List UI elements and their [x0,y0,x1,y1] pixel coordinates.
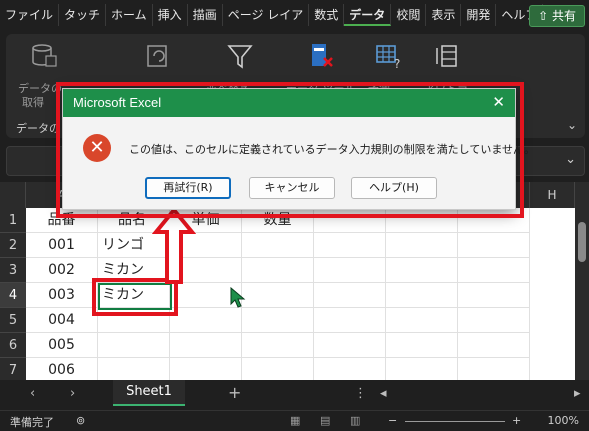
svg-text:?: ? [394,57,400,70]
sheet-tab-sheet1[interactable]: Sheet1 [113,380,185,406]
select-all-corner[interactable] [0,182,26,208]
cell-e4[interactable] [314,283,386,308]
cell-d6[interactable] [242,333,314,358]
filter-icon[interactable] [226,42,254,70]
tab-view[interactable]: 表示 [426,4,462,26]
zoom-slider[interactable] [405,421,505,422]
page-break-view-icon[interactable]: ▥ [350,414,360,427]
outline-icon[interactable] [434,42,462,70]
cell-f4[interactable] [386,283,458,308]
cell-a3[interactable]: 002 [26,258,98,283]
cell-d2[interactable] [242,233,314,258]
add-sheet-button[interactable]: + [228,383,241,402]
prev-sheet-icon[interactable]: ‹ [30,386,35,401]
row-header-2[interactable]: 2 [0,233,26,258]
tab-formulas[interactable]: 数式 [309,4,345,26]
cell-b6[interactable] [98,333,170,358]
cell-f7[interactable] [386,358,458,380]
cell-g6[interactable] [458,333,530,358]
row-header-6[interactable]: 6 [0,333,26,358]
highlight-arrow-icon [152,206,196,284]
cell-d7[interactable] [242,358,314,380]
database-icon[interactable] [30,42,58,70]
cell-f5[interactable] [386,308,458,333]
cell-f6[interactable] [386,333,458,358]
cell-a7[interactable]: 006 [26,358,98,380]
row-header-5[interactable]: 5 [0,308,26,333]
vertical-scrollbar[interactable] [575,208,589,380]
tab-data[interactable]: データ [344,4,392,26]
cell-e2[interactable] [314,233,386,258]
row-header-1[interactable]: 1 [0,208,26,233]
tab-page-layout[interactable]: ページ レイア [223,4,310,26]
tab-developer[interactable]: 開発 [461,4,497,26]
tab-touch[interactable]: タッチ [59,4,107,26]
cell-a2[interactable]: 001 [26,233,98,258]
cell-d5[interactable] [242,308,314,333]
highlight-box-dialog [56,82,524,218]
cell-c5[interactable] [170,308,242,333]
cell-d3[interactable] [242,258,314,283]
what-if-icon[interactable]: ? [374,42,402,70]
ribbon-tabs: ファイル タッチ ホーム 挿入 描画 ページ レイア 数式 データ 校閲 表示 … [0,0,589,30]
row-header-7[interactable]: 7 [0,358,26,380]
cell-a5[interactable]: 004 [26,308,98,333]
cell-e3[interactable] [314,258,386,283]
expand-formula-icon[interactable]: ⌄ [565,152,576,167]
status-ready: 準備完了 [10,416,54,429]
zoom-in-icon[interactable]: + [512,414,521,427]
cell-c7[interactable] [170,358,242,380]
tab-insert[interactable]: 挿入 [153,4,188,26]
tab-draw[interactable]: 描画 [188,4,223,26]
share-icon: ⇧ [538,9,552,23]
cell-g5[interactable] [458,308,530,333]
zoom-out-icon[interactable]: − [388,414,397,427]
mouse-cursor-icon [230,287,246,308]
scroll-right-icon[interactable]: ▸ [574,386,581,401]
cell-e5[interactable] [314,308,386,333]
normal-view-icon[interactable]: ▦ [290,414,300,427]
page-layout-view-icon[interactable]: ▤ [320,414,330,427]
scrollbar-thumb[interactable] [578,222,586,262]
cell-a4[interactable]: 003 [26,283,98,308]
next-sheet-icon[interactable]: › [70,386,75,401]
cell-e6[interactable] [314,333,386,358]
tab-home[interactable]: ホーム [106,4,153,26]
cell-b7[interactable] [98,358,170,380]
zoom-level[interactable]: 100% [548,414,579,427]
cell-g4[interactable] [458,283,530,308]
accessibility-icon[interactable]: ⊚ [76,414,85,427]
ribbon-group-label: データの [16,122,60,135]
cell-g3[interactable] [458,258,530,283]
cell-d4[interactable] [242,283,314,308]
cell-c6[interactable] [170,333,242,358]
cell-g7[interactable] [458,358,530,380]
chevron-down-icon[interactable]: ⌄ [567,118,577,132]
data-validation-icon[interactable] [308,42,336,70]
cell-g2[interactable] [458,233,530,258]
row-header-4[interactable]: 4 [0,283,26,308]
cell-a6[interactable]: 005 [26,333,98,358]
col-header-h[interactable]: H [530,182,575,208]
more-options-icon[interactable]: ⋮ [354,386,367,401]
refresh-icon[interactable] [144,42,172,70]
sheet-tab-bar: ‹ › Sheet1 + ⋮ ◂ ▸ [0,380,589,410]
cell-f2[interactable] [386,233,458,258]
get-data-label-2: 取得 [22,96,44,109]
row-header-3[interactable]: 3 [0,258,26,283]
status-bar: 準備完了 ⊚ ▦ ▤ ▥ − + 100% [0,410,589,431]
tab-review[interactable]: 校閲 [391,4,427,26]
scroll-left-icon[interactable]: ◂ [380,386,387,401]
cell-f3[interactable] [386,258,458,283]
tab-file[interactable]: ファイル [0,4,60,26]
cell-e7[interactable] [314,358,386,380]
share-button[interactable]: ⇧ 共有 [529,5,585,27]
